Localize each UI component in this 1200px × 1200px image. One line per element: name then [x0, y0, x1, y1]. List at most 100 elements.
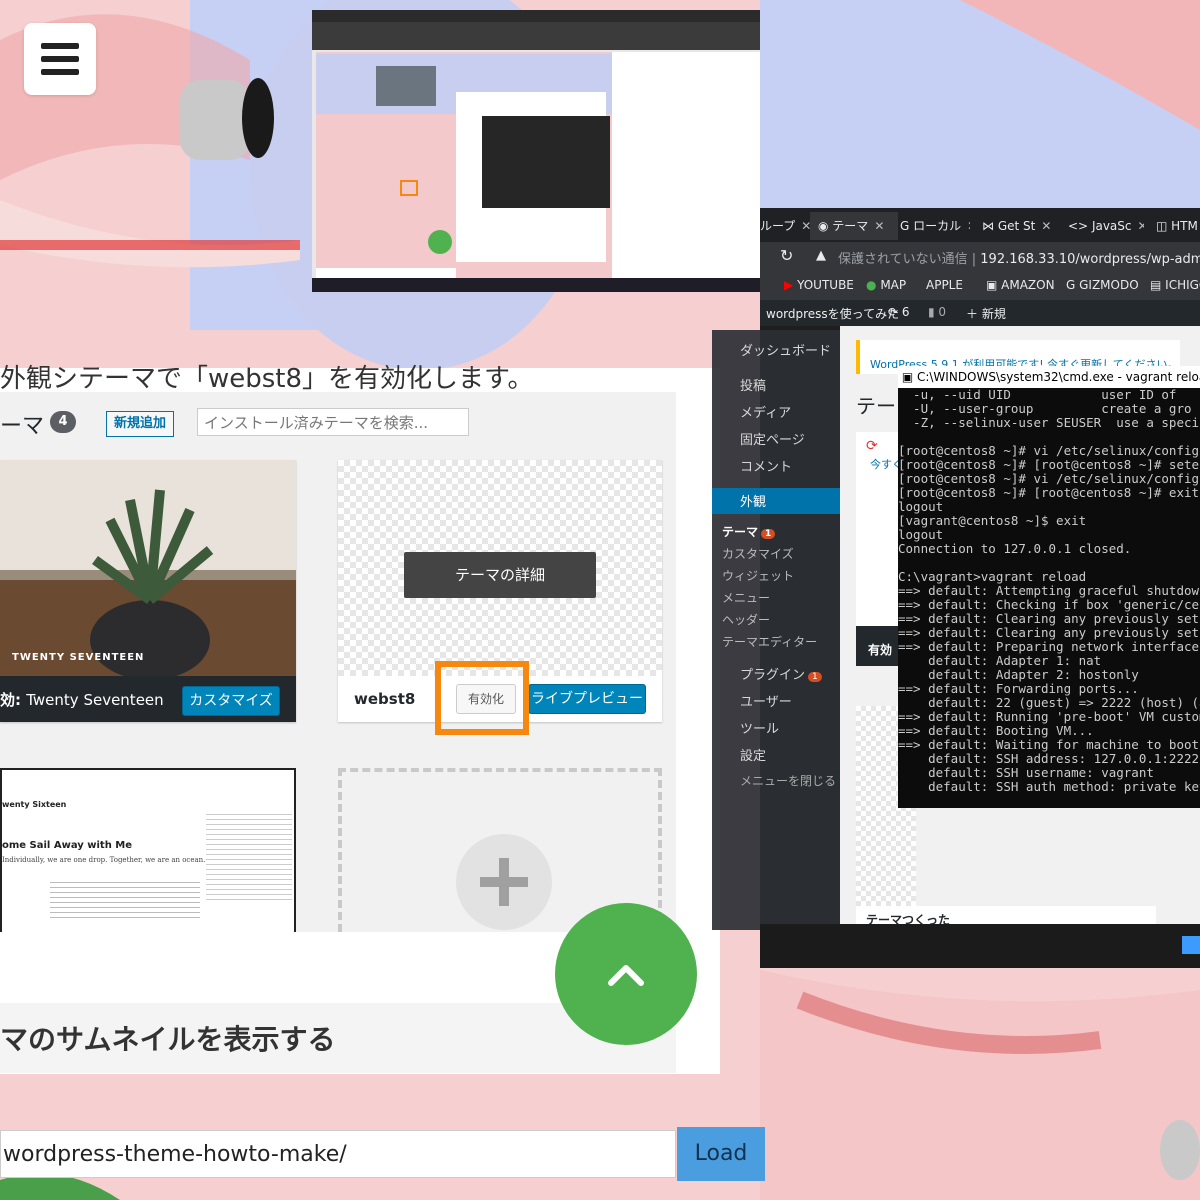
nested-screenshot-thumbnail	[312, 10, 760, 292]
new-content-button[interactable]: ＋ 新規	[966, 305, 1006, 322]
cmd-title-bar: ▣ C:\WINDOWS\system32\cmd.exe - vagrant …	[898, 366, 1200, 388]
cmd-output: -u, --uid UID user ID of -U, --user-grou…	[898, 388, 1200, 794]
cmd-line: default: 22 (guest) => 2222 (host) (adap	[898, 695, 1200, 710]
menu-button[interactable]	[24, 23, 96, 95]
sidebar-active-highlight	[712, 488, 840, 514]
cmd-line: default: SSH auth method: private key	[898, 779, 1200, 794]
sidebar-collapse[interactable]: メニューを閉じる	[740, 772, 836, 789]
browser-tab-active[interactable]: ◉ テーマ ✕	[810, 212, 898, 240]
theme-card-twenty-sixteen[interactable]: wenty Sixteen ome Sail Away with Me Indi…	[0, 768, 296, 932]
plus-icon	[456, 834, 552, 930]
cmd-line: C:\vagrant>vagrant reload	[898, 569, 1087, 584]
cmd-line: ==> default: Clearing any previously set…	[898, 625, 1200, 640]
section-title: マのサムネイルを表示する	[0, 1023, 336, 1056]
sidebar-sub-themes[interactable]: テーマ 1	[722, 523, 776, 540]
updates-counter[interactable]: ⟳ 6	[888, 305, 910, 319]
bookmark-gizmodo[interactable]: G GIZMODO	[1066, 278, 1139, 292]
sidebar-item-appearance[interactable]: 外観	[740, 491, 766, 510]
cmd-line: [root@centos8 ~]# [root@centos8 ~]# exit	[898, 485, 1200, 500]
sidebar-item-media[interactable]: メディア	[740, 402, 791, 421]
article-heading: 外観シテーマで「webst8」を有効化します。	[0, 364, 534, 394]
themes-title: ーマ	[0, 414, 45, 439]
warning-icon: ▲	[816, 248, 826, 263]
cmd-line: [root@centos8 ~]# vi /etc/selinux/config	[898, 443, 1200, 458]
cmd-line: logout	[898, 527, 944, 542]
add-new-theme-button[interactable]: 新規追加	[106, 411, 175, 437]
live-preview-button[interactable]: ライブプレビュー	[528, 684, 646, 714]
cmd-line: default: Adapter 1: nat	[898, 653, 1102, 668]
cmd-line	[898, 430, 1200, 444]
mini-post-title: ome Sail Away with Me	[2, 840, 133, 851]
address-text: 保護されていない通信 | 192.168.33.10/wordpress/wp-…	[838, 252, 1200, 267]
bookmark-youtube[interactable]: ▶ YOUTUBE	[784, 278, 854, 292]
comments-counter[interactable]: ▮ 0	[928, 305, 946, 319]
cmd-line: -U, --user-group create a gro	[898, 401, 1192, 416]
browser-tab[interactable]: G ローカル✕	[900, 212, 970, 240]
sidebar-item-dashboard[interactable]: ダッシュボード	[740, 340, 831, 359]
sidebar-item-tools[interactable]: ツール	[740, 718, 779, 737]
hamburger-menu-icon	[41, 43, 79, 49]
sidebar-item-plugins[interactable]: プラグイン 1	[740, 664, 822, 683]
bookmark-ichigo[interactable]: ▤ ICHIGO	[1150, 278, 1200, 292]
cmd-line: default: SSH username: vagrant	[898, 765, 1154, 780]
load-button[interactable]: Load	[677, 1127, 765, 1181]
chevron-up-icon	[608, 965, 644, 986]
url-input[interactable]: wordpress-theme-howto-make/	[0, 1130, 676, 1178]
cmd-line: ==> default: Forwarding ports...	[898, 681, 1139, 696]
sidebar-sub-widgets[interactable]: ウィジェット	[722, 567, 794, 584]
cmd-line: ==> default: Checking if box 'generic/ce…	[898, 597, 1200, 612]
theme-details-button[interactable]: テーマの詳細	[404, 552, 596, 598]
screenshot-caption: TWENTY SEVENTEEN	[12, 652, 145, 663]
sidebar-sub-theme-editor[interactable]: テーマエディター	[722, 633, 817, 650]
sidebar-item-settings[interactable]: 設定	[740, 745, 766, 764]
theme-count-badge: 4	[50, 411, 76, 433]
reload-icon[interactable]: ↻	[780, 246, 793, 265]
sidebar-item-comments[interactable]: コメント	[740, 456, 792, 475]
cmd-line	[898, 556, 1200, 570]
sidebar-sub-menus[interactable]: メニュー	[722, 589, 770, 606]
bookmark-map[interactable]: ● MAP	[866, 278, 906, 292]
admin-site-name[interactable]: wordpressを使ってみた	[766, 305, 899, 322]
activate-highlight-box	[435, 661, 529, 735]
cmd-line: ==> default: Preparing network interface…	[898, 639, 1200, 654]
cmd-line: [root@centos8 ~]# [root@centos8 ~]# sete…	[898, 457, 1200, 472]
content-active: 有効	[868, 643, 893, 657]
theme-screenshot	[0, 460, 296, 676]
cmd-line: ==> default: Running 'pre-boot' VM custo…	[898, 709, 1200, 724]
refresh-icon: ⟳	[866, 438, 878, 454]
windows-taskbar	[760, 924, 1200, 968]
cmd-line: logout	[898, 499, 944, 514]
browser-tab[interactable]: <> JavaSc ✕	[1068, 212, 1144, 240]
cmd-line: -Z, --selinux-user SEUSER use a specif	[898, 415, 1200, 430]
bookmark-apple[interactable]: APPLE	[926, 278, 963, 292]
sidebar-item-users[interactable]: ユーザー	[740, 691, 792, 710]
windows-start-icon[interactable]	[1182, 936, 1200, 954]
customize-button[interactable]: カスタマイズ	[182, 686, 280, 716]
cmd-line: ==> default: Booting VM...	[898, 723, 1094, 738]
cmd-line: ==> default: Waiting for machine to boot…	[898, 737, 1200, 752]
sidebar-item-pages[interactable]: 固定ページ	[740, 429, 805, 448]
mini-site-title: wenty Sixteen	[2, 800, 67, 809]
mini-tagline: Individually, we are one drop. Together,…	[2, 856, 206, 864]
cmd-line: [root@centos8 ~]# vi /etc/selinux/config	[898, 471, 1200, 486]
cmd-line: -u, --uid UID user ID of	[898, 388, 1177, 402]
cmd-line: default: SSH address: 127.0.0.1:2222	[898, 751, 1200, 766]
cmd-line: [vagrant@centos8 ~]$ exit	[898, 513, 1087, 528]
content-title: テー	[856, 394, 896, 418]
cmd-line: ==> default: Clearing any previously set…	[898, 611, 1200, 626]
theme-card-twenty-seventeen[interactable]: TWENTY SEVENTEEN 効: Twenty Seventeen カスタ…	[0, 460, 296, 722]
active-theme-label: 効: Twenty Seventeen	[0, 691, 164, 709]
theme-name: webst8	[354, 690, 416, 708]
bookmark-amazon[interactable]: ▣ AMAZON	[986, 278, 1055, 292]
sidebar-sub-customize[interactable]: カスタマイズ	[722, 545, 794, 562]
cmd-line: ==> default: Attempting graceful shutdow…	[898, 583, 1200, 598]
browser-tab[interactable]: ⋈ Get St ✕	[982, 212, 1056, 240]
cmd-line: Connection to 127.0.0.1 closed.	[898, 541, 1132, 556]
browser-tab[interactable]: ◫ HTM	[1156, 212, 1200, 240]
sidebar-sub-header[interactable]: ヘッダー	[722, 611, 770, 628]
cmd-line: default: Adapter 2: hostonly	[898, 667, 1139, 682]
browser-tab[interactable]: ループ ✕	[760, 212, 810, 240]
sidebar-item-posts[interactable]: 投稿	[740, 375, 766, 394]
scroll-to-top-button[interactable]	[555, 903, 697, 1045]
theme-search-input[interactable]: インストール済みテーマを検索...	[197, 408, 469, 436]
